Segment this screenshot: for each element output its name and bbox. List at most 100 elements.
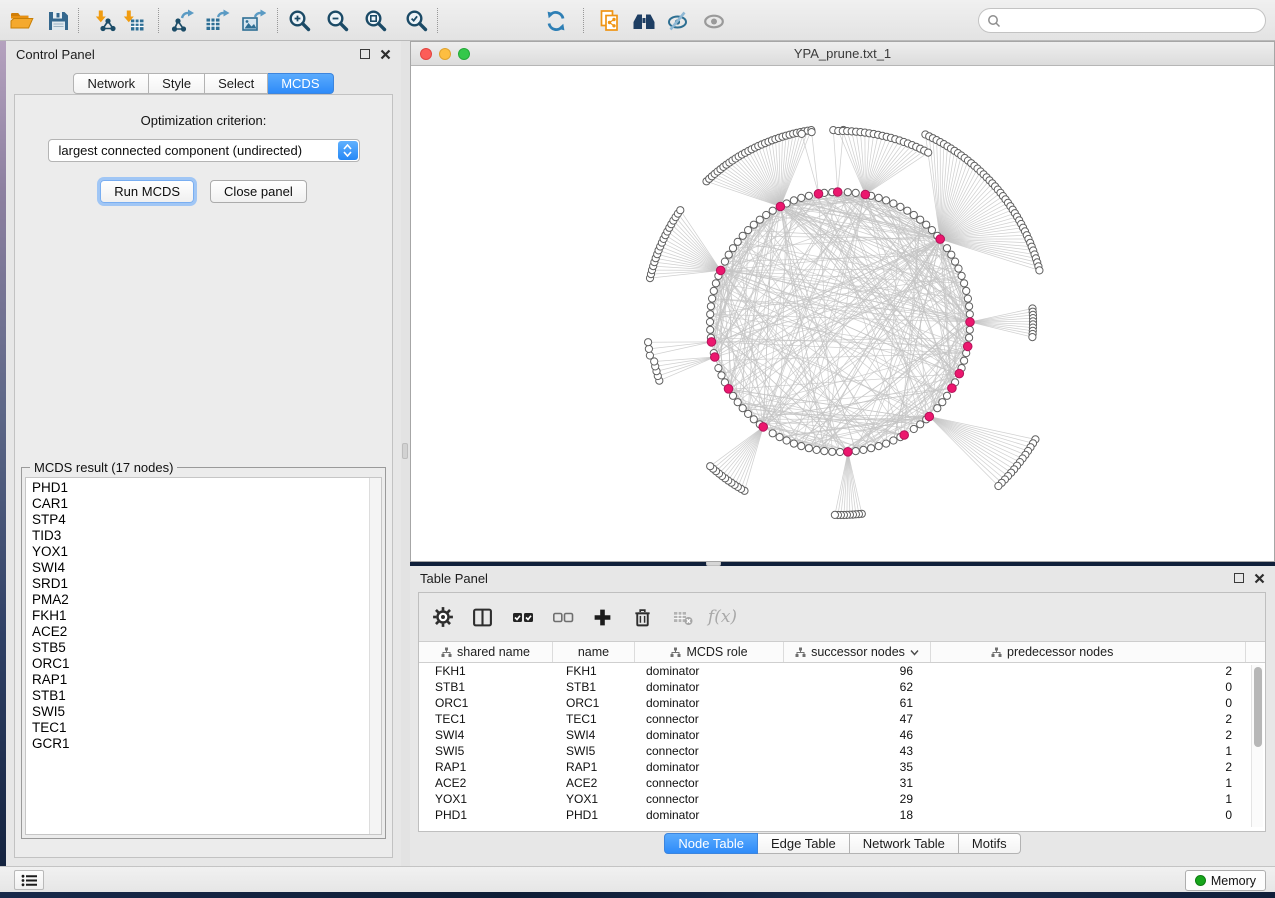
table-cell[interactable]: 62 [784,679,931,695]
table-row[interactable]: STB1STB1dominator620 [419,679,1265,695]
tab-select[interactable]: Select [205,73,268,94]
deselect-all-button[interactable] [551,606,574,629]
graph-hub-node[interactable] [707,338,716,347]
close-panel-icon[interactable] [1254,573,1265,584]
graph-node[interactable] [707,311,714,318]
column-layout-button[interactable] [471,606,494,629]
graph-leaf-node[interactable] [831,511,838,518]
graph-node[interactable] [734,238,741,245]
graph-node[interactable] [883,440,890,447]
refresh-button[interactable] [542,7,569,34]
table-row[interactable]: SWI5SWI5connector431 [419,743,1265,759]
graph-node[interactable] [745,410,752,417]
table-cell[interactable]: ACE2 [419,775,553,791]
table-cell[interactable]: 1 [931,743,1246,759]
graph-node[interactable] [852,448,859,455]
graph-hub-node[interactable] [925,412,934,421]
graph-node[interactable] [961,280,968,287]
graph-hub-node[interactable] [900,431,909,440]
table-cell[interactable]: 1 [931,791,1246,807]
tab-mcds[interactable]: MCDS [268,73,333,94]
mcds-result-item[interactable]: PMA2 [26,592,381,608]
zoom-selected-button[interactable] [403,7,430,34]
graph-node[interactable] [875,443,882,450]
visibility-off-button[interactable] [664,7,691,34]
graph-hub-node[interactable] [759,423,768,432]
graph-leaf-node[interactable] [645,345,652,352]
trash-button[interactable] [631,606,654,629]
graph-node[interactable] [745,227,752,234]
table-cell[interactable]: SWI5 [419,743,553,759]
table-cell[interactable]: PHD1 [553,807,635,823]
table-cell[interactable]: dominator [635,695,784,711]
table-cell[interactable]: ORC1 [419,695,553,711]
graph-node[interactable] [966,303,973,310]
column-header-predecessor-nodes[interactable]: predecessor nodes [931,642,1246,662]
table-cell[interactable]: SWI4 [419,727,553,743]
graph-node[interactable] [718,372,725,379]
table-cell[interactable]: STB1 [419,679,553,695]
table-scrollbar-thumb[interactable] [1254,667,1262,747]
table-cell[interactable]: 0 [931,807,1246,823]
mcds-result-item[interactable]: TID3 [26,528,381,544]
graph-node[interactable] [897,203,904,210]
table-cell[interactable]: TEC1 [419,711,553,727]
mcds-result-item[interactable]: SWI4 [26,560,381,576]
graph-node[interactable] [917,216,924,223]
graph-node[interactable] [750,416,757,423]
graph-hub-node[interactable] [936,235,945,244]
mcds-result-item[interactable]: FKH1 [26,608,381,624]
mcds-result-item[interactable]: TEC1 [26,720,381,736]
graph-node[interactable] [958,272,965,279]
table-cell[interactable]: ORC1 [553,695,635,711]
graph-node[interactable] [821,448,828,455]
graph-node[interactable] [928,227,935,234]
table-cell[interactable]: FKH1 [419,663,553,679]
select-all-button[interactable] [511,606,534,629]
graph-leaf-node[interactable] [677,207,684,214]
table-cell[interactable]: 61 [784,695,931,711]
graph-hub-node[interactable] [724,385,733,394]
graph-hub-node[interactable] [955,369,964,378]
graph-node[interactable] [790,197,797,204]
tab-motifs[interactable]: Motifs [959,833,1021,854]
mcds-result-list[interactable]: PHD1CAR1STP4TID3YOX1SWI4SRD1PMA2FKH1ACE2… [25,477,382,835]
graph-node[interactable] [852,189,859,196]
graph-hub-node[interactable] [833,188,842,197]
graph-node[interactable] [961,357,968,364]
table-cell[interactable]: SWI4 [553,727,635,743]
graph-hub-node[interactable] [948,384,957,393]
tab-style[interactable]: Style [149,73,205,94]
close-panel-button[interactable]: Close panel [210,180,307,203]
export-network-button[interactable] [169,7,196,34]
gear-button[interactable] [431,606,454,629]
graph-node[interactable] [769,207,776,214]
tab-edge-table[interactable]: Edge Table [758,833,850,854]
graph-node[interactable] [875,194,882,201]
graph-leaf-node[interactable] [808,129,815,136]
mcds-list-scrollbar[interactable] [369,478,381,834]
mcds-result-item[interactable]: STB5 [26,640,381,656]
graph-leaf-node[interactable] [646,352,653,359]
mcds-result-item[interactable]: PHD1 [26,480,381,496]
graph-node[interactable] [955,265,962,272]
graph-node[interactable] [910,425,917,432]
table-cell[interactable]: 29 [784,791,931,807]
float-panel-icon[interactable] [360,49,370,59]
graph-node[interactable] [798,194,805,201]
splitter-handle[interactable] [402,443,408,459]
graph-hub-node[interactable] [716,266,725,275]
graph-node[interactable] [868,445,875,452]
table-cell[interactable]: 2 [931,759,1246,775]
graph-hub-node[interactable] [963,342,972,351]
graph-leaf-node[interactable] [1036,267,1043,274]
column-header-name[interactable]: name [553,642,635,662]
table-row[interactable]: PHD1PHD1dominator180 [419,807,1265,823]
eye-button[interactable] [700,7,727,34]
graph-node[interactable] [904,207,911,214]
open-folder-button[interactable] [8,7,35,34]
table-cell[interactable]: YOX1 [419,791,553,807]
network-search-field[interactable] [978,8,1266,33]
table-cell[interactable]: 47 [784,711,931,727]
graph-leaf-node[interactable] [925,149,932,156]
